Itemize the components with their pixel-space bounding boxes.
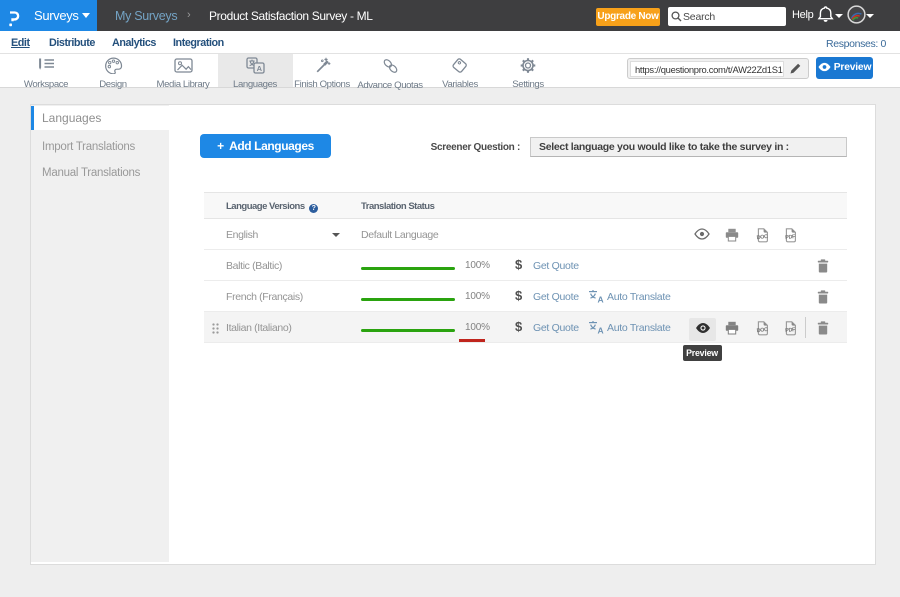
svg-text:DOC: DOC: [756, 234, 768, 241]
svg-text:A: A: [256, 64, 262, 73]
svg-text:A: A: [598, 294, 604, 303]
svg-text:A: A: [598, 325, 604, 334]
svg-text:PDF: PDF: [785, 327, 797, 334]
svg-text:DOC: DOC: [756, 327, 768, 334]
svg-text:PDF: PDF: [785, 234, 797, 241]
